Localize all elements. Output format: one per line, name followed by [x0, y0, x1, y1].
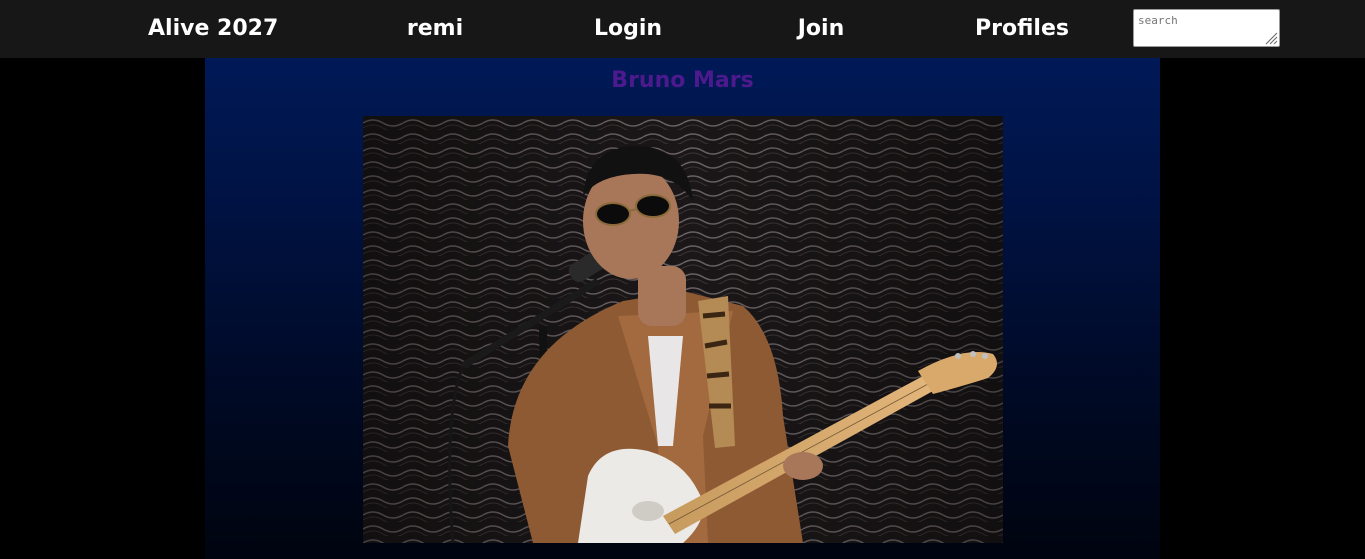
join-link[interactable]: Join	[781, 14, 861, 44]
profiles-link[interactable]: Profiles	[970, 14, 1074, 44]
login-link[interactable]: Login	[588, 14, 668, 44]
site-title-link[interactable]: Alive 2027	[148, 14, 278, 44]
artist-photo	[363, 116, 1003, 543]
user-link[interactable]: remi	[395, 14, 475, 44]
resize-grip-icon[interactable]	[1264, 31, 1278, 45]
artist-name-heading: Bruno Mars	[611, 68, 754, 93]
top-nav-bar: Alive 2027 remi Login Join Profiles	[0, 0, 1365, 58]
artist-panel: Bruno Mars	[205, 58, 1160, 559]
search-input[interactable]	[1133, 9, 1280, 47]
